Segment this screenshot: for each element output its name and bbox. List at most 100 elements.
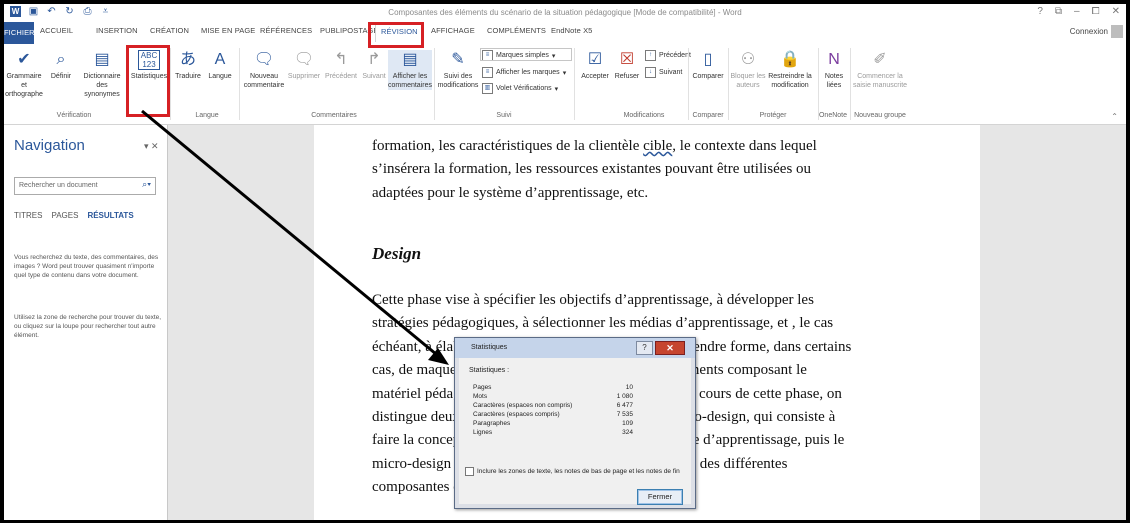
start-inking-button[interactable]: ✐ Commencer la saisie manuscrite (852, 50, 908, 90)
show-comments-label-2: commentaires (388, 82, 432, 89)
pen-icon: ✐ (873, 51, 887, 68)
fermer-button[interactable]: Fermer (637, 489, 683, 505)
reject-button[interactable]: ☒ Refuser (611, 50, 643, 81)
nav-tab-resultats[interactable]: RÉSULTATS (87, 211, 133, 220)
block-authors-button[interactable]: ⚇ Bloquer les auteurs (730, 50, 766, 90)
paragraph-1: formation, les caractéristiques de la cl… (372, 135, 852, 205)
tab-accueil[interactable]: ACCUEIL (40, 26, 73, 35)
track-changes-label-2: modifications (437, 82, 479, 89)
accept-button[interactable]: ☑ Accepter (576, 50, 614, 81)
chevron-down-icon: ▾ (554, 85, 559, 93)
include-textboxes-checkbox[interactable]: Inclure les zones de texte, les notes de… (465, 467, 680, 476)
tab-references[interactable]: RÉFÉRENCES (260, 26, 312, 35)
nav-tab-titres[interactable]: TITRES (14, 211, 42, 220)
language-label: Langue (208, 73, 232, 80)
block-authors-icon: ⚇ (740, 51, 756, 68)
track-changes-button[interactable]: ✎ Suivi des modifications (436, 50, 480, 90)
dialog-body: Statistiques : Pages 10 Mots 1 080 Caractè… (459, 358, 691, 505)
checkbox-box[interactable] (465, 467, 474, 476)
previous-comment-button[interactable]: ↰ Précédent (322, 50, 360, 81)
navigation-pane-controls[interactable]: ▾ ✕ (144, 141, 159, 152)
close-icon[interactable]: ✕ (1112, 6, 1120, 17)
search-input[interactable]: Rechercher un document ⌕▾ (14, 177, 156, 195)
reviewing-pane-label: Volet Vérifications (496, 85, 552, 92)
reviewing-pane-button[interactable]: ▥ Volet Vérifications ▾ (482, 83, 558, 94)
linked-notes-label-1: Notes (824, 73, 844, 80)
compare-button[interactable]: ▯ Comparer (690, 50, 726, 81)
previous-change-button[interactable]: ↑ Précédent (645, 50, 691, 61)
next-comment-button[interactable]: ↱ Suivant (359, 50, 389, 81)
highlight-box-statistiques (126, 45, 170, 117)
show-markup-button[interactable]: ≡ Afficher les marques ▾ (482, 67, 566, 78)
tab-complements[interactable]: COMPLÉMENTS (487, 26, 546, 35)
onenote-icon: N (828, 51, 840, 68)
next-change-button[interactable]: ↓ Suivant (645, 67, 682, 78)
word-window: W ▣ ↶ ↻ ⎙ ⩡ Composantes des éléments du … (4, 4, 1126, 520)
group-suivi: Suivi (496, 112, 512, 119)
show-comments-button[interactable]: ▤ Afficher les commentaires (388, 50, 432, 90)
search-placeholder: Rechercher un document (19, 182, 98, 189)
block-authors-label-2: auteurs (736, 82, 760, 89)
previous-change-icon: ↑ (645, 50, 656, 61)
delete-comment-button[interactable]: 🗨 Supprimer (286, 50, 322, 81)
next-comment-icon: ↱ (367, 51, 381, 68)
accept-label: Accepter (581, 73, 609, 80)
new-comment-button[interactable]: 🗨 Nouveau commentaire (241, 50, 287, 90)
grammar-label-1: Grammaire et (6, 73, 42, 89)
collapse-ribbon-icon[interactable]: ⌃ (1111, 112, 1118, 121)
dialog-close-button[interactable]: ✕ (655, 341, 685, 355)
restore-icon[interactable]: ⧠ (1092, 6, 1100, 17)
group-verification: Vérification (56, 112, 92, 119)
tab-fichier[interactable]: FICHIER (4, 22, 35, 44)
thesaurus-icon: ▤ (94, 51, 110, 68)
separator (850, 48, 851, 120)
ribbon: ✔ Grammaire et orthographe ⌕ Définir ▤ D… (4, 44, 1126, 125)
tab-insertion[interactable]: INSERTION (96, 26, 138, 35)
tab-mise-en-page[interactable]: MISE EN PAGE (201, 26, 255, 35)
window-title: Composantes des éléments du scénario de … (388, 8, 742, 17)
ribbon-tabs: FICHIER ACCUEIL INSERTION CRÉATION MISE … (4, 22, 1126, 45)
group-modifications: Modifications (623, 112, 665, 119)
thesaurus-button[interactable]: ▤ Dictionnaire des synonymes (78, 50, 126, 99)
define-button[interactable]: ⌕ Définir (46, 50, 76, 81)
restrict-editing-label-2: modification (771, 82, 809, 89)
avatar[interactable] (1111, 25, 1123, 38)
language-button[interactable]: A Langue (204, 50, 236, 81)
restrict-editing-button[interactable]: 🔒 Restreindre la modification (765, 50, 815, 90)
separator (170, 48, 171, 120)
navigation-pane: Navigation ▾ ✕ Rechercher un document ⌕▾… (4, 125, 167, 520)
compare-icon: ▯ (703, 51, 713, 68)
stat-value: 324 (622, 429, 633, 436)
grammar-button[interactable]: ✔ Grammaire et orthographe (4, 50, 44, 99)
translate-label: Traduire (175, 73, 201, 80)
show-markup-icon: ≡ (482, 67, 493, 78)
search-icon[interactable]: ⌕▾ (142, 179, 151, 190)
reject-label: Refuser (614, 73, 640, 80)
nav-tab-pages[interactable]: PAGES (51, 211, 78, 220)
restrict-editing-label-1: Restreindre la (768, 73, 812, 80)
connexion-link[interactable]: Connexion (1070, 27, 1108, 36)
reviewing-pane-icon: ▥ (482, 83, 493, 94)
heading-design: Design (372, 244, 422, 263)
stat-row: Caractères (espaces compris) 7 535 (473, 411, 633, 418)
tab-affichage[interactable]: AFFICHAGE (431, 26, 475, 35)
spellcheck-icon: ✔ (17, 51, 31, 68)
ribbon-display-icon[interactable]: ⧉ (1055, 6, 1062, 17)
minimize-icon[interactable]: – (1074, 6, 1080, 17)
translate-button[interactable]: あ Traduire (172, 50, 204, 81)
stat-label: Mots (473, 393, 488, 400)
statistics-heading: Statistiques : (469, 367, 510, 374)
navigation-help-1: Vous recherchez du texte, des commentair… (14, 254, 159, 279)
separator (239, 48, 240, 120)
previous-change-label: Précédent (659, 52, 691, 59)
stat-label: Pages (473, 384, 492, 391)
tab-creation[interactable]: CRÉATION (150, 26, 189, 35)
help-icon[interactable]: ? (1037, 6, 1043, 17)
dialog-titlebar[interactable]: Statistiques ? ✕ (455, 338, 695, 358)
tab-endnote[interactable]: EndNote X5 (551, 26, 592, 35)
navigation-help-2: Utilisez la zone de recherche pour trouv… (14, 314, 162, 339)
linked-notes-button[interactable]: N Notes liées (820, 50, 848, 90)
dialog-help-button[interactable]: ? (636, 341, 653, 355)
lock-icon: 🔒 (780, 51, 800, 68)
highlight-box-revision (368, 22, 424, 48)
